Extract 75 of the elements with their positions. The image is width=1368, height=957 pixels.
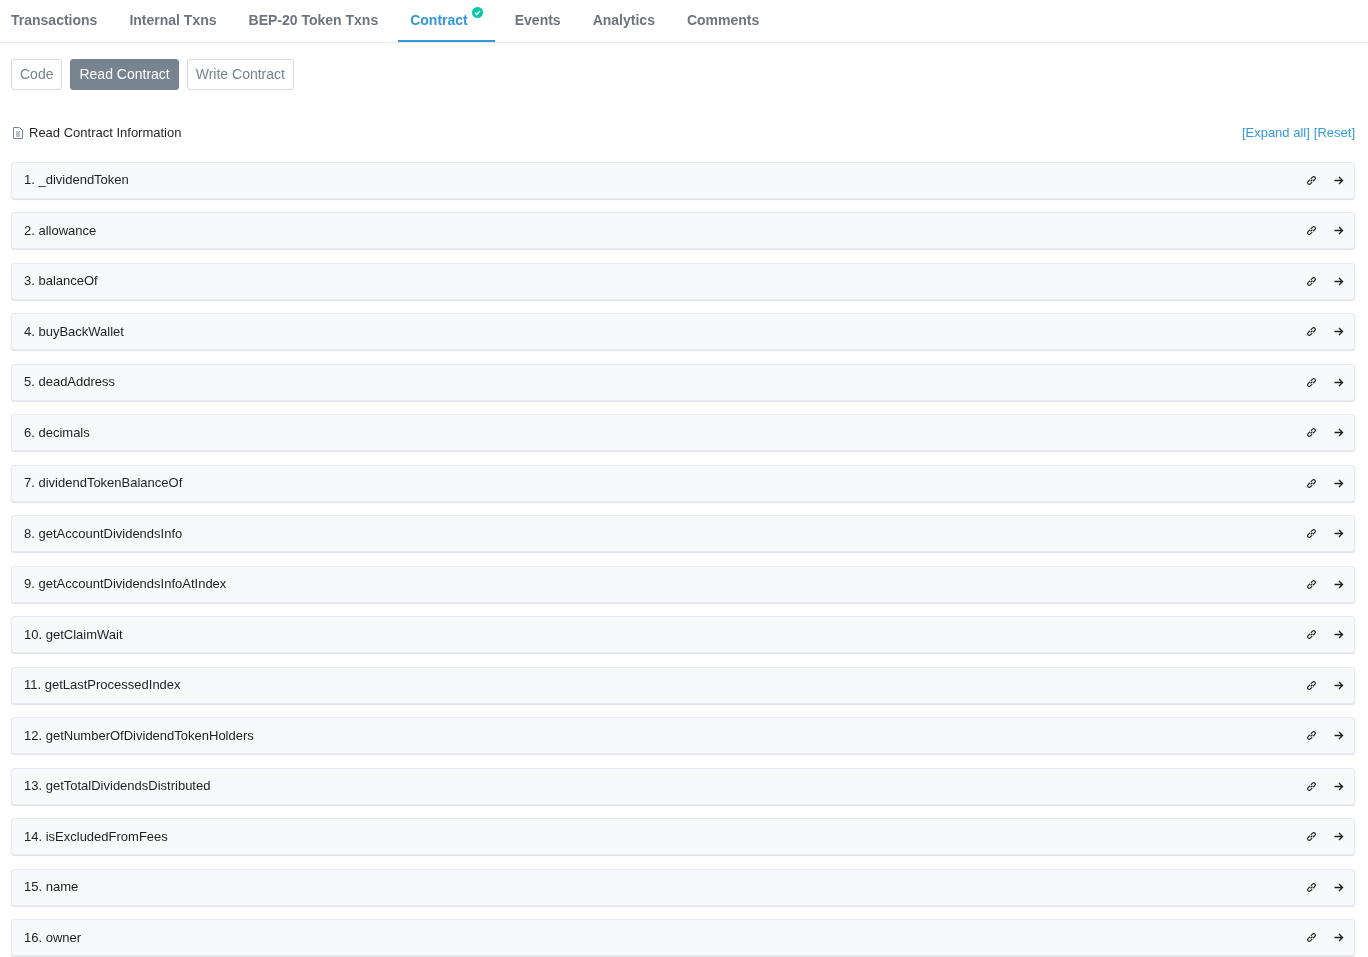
arrow-right-icon[interactable] xyxy=(1334,579,1344,589)
function-name: 8. getAccountDividendsInfo xyxy=(24,524,183,543)
nav-tab[interactable]: Analytics xyxy=(580,0,667,42)
function-row[interactable]: 15. name xyxy=(11,868,1355,906)
function-row[interactable]: 14. isExcludedFromFees xyxy=(11,818,1355,855)
link-icon[interactable] xyxy=(1306,174,1317,186)
link-icon[interactable] xyxy=(1306,326,1317,337)
function-name: 16. owner xyxy=(24,928,82,947)
function-name: 1. _dividendToken xyxy=(24,171,129,190)
arrow-right-icon[interactable] xyxy=(1334,175,1344,185)
arrow-right-icon[interactable] xyxy=(1334,428,1344,437)
link-icon[interactable] xyxy=(1306,477,1317,489)
function-row[interactable]: 12. getNumberOfDividendTokenHolders xyxy=(11,717,1355,754)
sub-tab-button[interactable]: Read Contract xyxy=(70,59,179,90)
function-name: 11. getLastProcessedIndex xyxy=(24,676,181,695)
link-icon[interactable] xyxy=(1306,679,1317,691)
function-name: 13. getTotalDividendsDistributed xyxy=(24,777,211,796)
function-name: 4. buyBackWallet xyxy=(24,322,124,341)
function-name: 3. balanceOf xyxy=(24,272,98,291)
nav-tab[interactable]: Transactions xyxy=(0,0,110,42)
link-icon[interactable] xyxy=(1306,730,1317,741)
function-row[interactable]: 9. getAccountDividendsInfoAtIndex xyxy=(11,565,1355,603)
link-icon[interactable] xyxy=(1306,225,1317,236)
link-icon[interactable] xyxy=(1306,780,1317,792)
arrow-right-icon[interactable] xyxy=(1334,276,1344,286)
nav-tab[interactable]: Comments xyxy=(674,0,772,42)
arrow-right-icon[interactable] xyxy=(1334,731,1344,740)
function-row[interactable]: 7. dividendTokenBalanceOf xyxy=(11,464,1355,502)
arrow-right-icon[interactable] xyxy=(1334,832,1344,841)
link-icon[interactable] xyxy=(1306,831,1317,842)
arrow-right-icon[interactable] xyxy=(1334,781,1344,791)
function-row[interactable]: 5. deadAddress xyxy=(11,363,1355,401)
arrow-right-icon[interactable] xyxy=(1334,327,1344,336)
arrow-right-icon[interactable] xyxy=(1334,882,1344,892)
arrow-right-icon[interactable] xyxy=(1334,630,1344,639)
function-name: 15. name xyxy=(24,878,79,897)
function-name: 10. getClaimWait xyxy=(24,625,123,644)
nav-tab[interactable]: BEP-20 Token Txns xyxy=(236,0,391,42)
nav-tab[interactable]: Internal Txns xyxy=(117,0,229,42)
function-row[interactable]: 16. owner xyxy=(11,919,1355,956)
arrow-right-icon[interactable] xyxy=(1334,933,1344,942)
function-name: 9. getAccountDividendsInfoAtIndex xyxy=(24,575,227,594)
link-icon[interactable] xyxy=(1306,427,1317,438)
function-row[interactable]: 4. buyBackWallet xyxy=(11,313,1355,350)
link-icon[interactable] xyxy=(1306,376,1317,388)
function-name: 12. getNumberOfDividendTokenHolders xyxy=(24,726,254,745)
link-icon[interactable] xyxy=(1306,528,1317,539)
arrow-right-icon[interactable] xyxy=(1334,478,1344,488)
link-icon[interactable] xyxy=(1306,275,1317,287)
function-name: 7. dividendTokenBalanceOf xyxy=(24,474,183,493)
function-row[interactable]: 1. _dividendToken xyxy=(11,161,1355,199)
arrow-right-icon[interactable] xyxy=(1334,226,1344,235)
function-row[interactable]: 13. getTotalDividendsDistributed xyxy=(11,767,1355,805)
section-title: Read Contract Information xyxy=(29,124,182,142)
function-row[interactable]: 6. decimals xyxy=(11,414,1355,451)
link-icon[interactable] xyxy=(1306,578,1317,590)
function-name: 6. decimals xyxy=(24,423,90,442)
nav-tab[interactable]: Events xyxy=(502,0,573,42)
arrow-right-icon[interactable] xyxy=(1334,680,1344,690)
arrow-right-icon[interactable] xyxy=(1334,377,1344,387)
sub-tab-button[interactable]: Code xyxy=(11,59,63,90)
sub-tab-button[interactable]: Write Contract xyxy=(186,59,294,90)
function-row[interactable]: 11. getLastProcessedIndex xyxy=(11,666,1355,704)
arrow-right-icon[interactable] xyxy=(1334,529,1344,538)
document-icon xyxy=(13,126,23,139)
function-row[interactable]: 3. balanceOf xyxy=(11,262,1355,300)
function-name: 2. allowance xyxy=(24,221,97,240)
function-row[interactable]: 10. getClaimWait xyxy=(11,616,1355,653)
link-icon[interactable] xyxy=(1306,881,1317,893)
function-name: 5. deadAddress xyxy=(24,373,116,392)
function-row[interactable]: 8. getAccountDividendsInfo xyxy=(11,515,1355,552)
link-icon[interactable] xyxy=(1306,932,1317,943)
link-icon[interactable] xyxy=(1306,629,1317,640)
function-name: 14. isExcludedFromFees xyxy=(24,827,168,846)
function-row[interactable]: 2. allowance xyxy=(11,212,1355,249)
